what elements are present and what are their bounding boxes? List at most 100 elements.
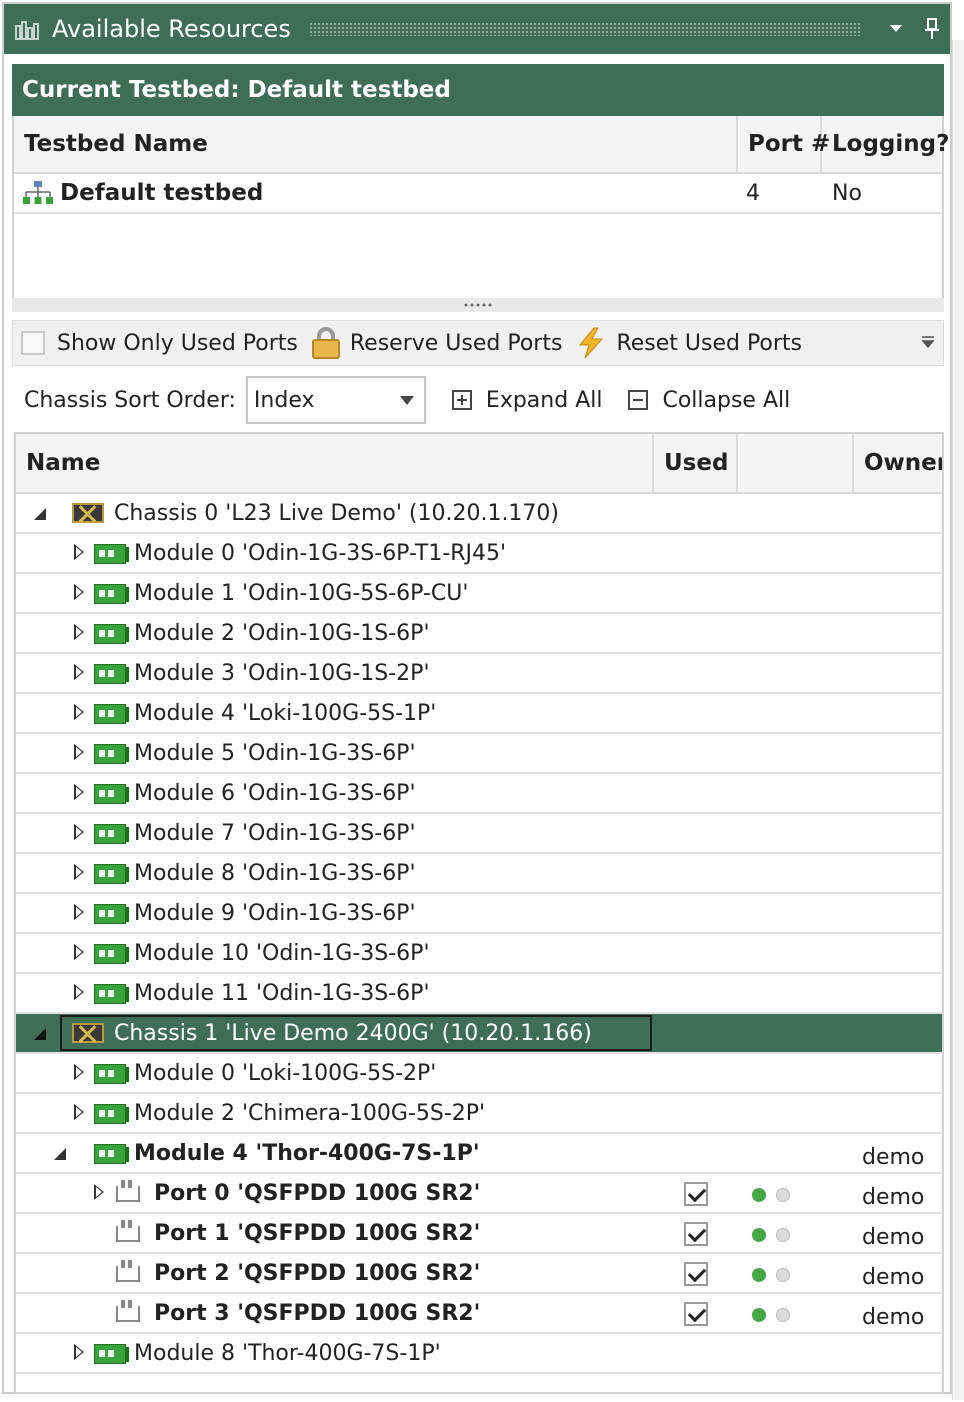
expanded-arrow-icon[interactable] — [34, 508, 46, 520]
expanded-arrow-icon[interactable] — [34, 1028, 46, 1040]
column-header-testbed-name[interactable]: Testbed Name — [14, 116, 738, 172]
available-resources-panel: Available Resources Current Testbed: Def… — [2, 2, 952, 1394]
used-checkbox[interactable] — [684, 1262, 708, 1286]
sync-status-dot-icon — [776, 1308, 790, 1322]
module-label: Module 0 'Odin-1G-3S-6P-T1-RJ45' — [134, 540, 507, 566]
chassis-sort-order-select[interactable]: Index — [245, 376, 426, 424]
used-checkbox[interactable] — [684, 1182, 708, 1206]
expand-all-icon[interactable] — [451, 390, 472, 410]
chevron-down-icon — [399, 396, 414, 405]
grid-splitter[interactable] — [12, 298, 944, 312]
module-label: Module 0 'Loki-100G-5S-2P' — [134, 1060, 437, 1086]
module-label: Module 8 'Odin-1G-3S-6P' — [134, 860, 416, 886]
column-header-logging[interactable]: Logging? — [822, 116, 949, 172]
module-label: Module 4 'Thor-400G-7S-1P' — [134, 1140, 480, 1166]
collapsed-arrow-icon[interactable] — [74, 584, 84, 600]
chassis-row[interactable]: Chassis 0 'L23 Live Demo' (10.20.1.170) — [16, 494, 942, 534]
module-row[interactable]: Module 9 'Odin-1G-3S-6P' — [16, 894, 942, 934]
owner-cell: demo — [862, 1184, 925, 1210]
expanded-arrow-icon[interactable] — [54, 1148, 66, 1160]
module-row[interactable]: Module 8 'Thor-400G-7S-1P' — [16, 1334, 942, 1374]
module-icon — [94, 704, 129, 724]
pin-icon[interactable] — [914, 11, 950, 47]
sort-order-row: Chassis Sort Order: Index Expand All Col… — [12, 374, 944, 426]
collapsed-arrow-icon[interactable] — [74, 944, 84, 960]
collapse-all-button[interactable]: Collapse All — [662, 388, 790, 413]
module-row[interactable]: Module 5 'Odin-1G-3S-6P' — [16, 734, 942, 774]
collapsed-arrow-icon[interactable] — [94, 1184, 104, 1200]
module-row[interactable]: Module 2 'Chimera-100G-5S-2P' — [16, 1094, 942, 1134]
titlebar-grip[interactable] — [308, 22, 860, 36]
collapsed-arrow-icon[interactable] — [74, 624, 84, 640]
splitter-grip-icon — [463, 303, 493, 307]
port-row[interactable]: Port 3 'QSFPDD 100G SR2' demo — [16, 1294, 942, 1334]
panel-titlebar[interactable]: Available Resources — [4, 4, 950, 54]
module-icon — [94, 824, 129, 844]
module-icon — [94, 624, 129, 644]
port-row[interactable]: Port 0 'QSFPDD 100G SR2' demo — [16, 1174, 942, 1214]
owner-cell: demo — [862, 1264, 925, 1290]
module-row[interactable]: Module 8 'Odin-1G-3S-6P' — [16, 854, 942, 894]
lock-icon[interactable] — [311, 327, 340, 359]
column-header-port-count[interactable]: Port # — [738, 116, 830, 172]
collapsed-arrow-icon[interactable] — [74, 1344, 84, 1360]
column-header-owner[interactable]: Owner — [854, 434, 942, 492]
collapsed-arrow-icon[interactable] — [74, 864, 84, 880]
resource-tree: Name Used Owner Chassis 0 'L23 Live Demo… — [14, 432, 944, 1394]
port-icon — [116, 1260, 140, 1282]
link-status-dot-icon — [752, 1308, 766, 1322]
module-icon — [94, 1064, 129, 1084]
port-row[interactable]: Port 1 'QSFPDD 100G SR2' demo — [16, 1214, 942, 1254]
testbed-table: Testbed Name Port # Logging? Default tes… — [12, 116, 949, 300]
module-label: Module 6 'Odin-1G-3S-6P' — [134, 780, 416, 806]
module-row[interactable]: Module 3 'Odin-10G-1S-2P' — [16, 654, 942, 694]
module-row[interactable]: Module 6 'Odin-1G-3S-6P' — [16, 774, 942, 814]
collapsed-arrow-icon[interactable] — [74, 544, 84, 560]
module-row[interactable]: Module 2 'Odin-10G-1S-6P' — [16, 614, 942, 654]
collapsed-arrow-icon[interactable] — [74, 984, 84, 1000]
outer-scrollbar[interactable] — [952, 40, 964, 1400]
used-checkbox[interactable] — [684, 1302, 708, 1326]
collapsed-arrow-icon[interactable] — [74, 1064, 84, 1080]
module-icon — [94, 904, 129, 924]
column-header-name[interactable]: Name — [16, 434, 654, 492]
module-row[interactable]: Module 7 'Odin-1G-3S-6P' — [16, 814, 942, 854]
show-only-used-ports-label[interactable]: Show Only Used Ports — [57, 331, 298, 356]
module-label: Module 3 'Odin-10G-1S-2P' — [134, 660, 430, 686]
module-row[interactable]: Module 11 'Odin-1G-3S-6P' — [16, 974, 942, 1014]
chevron-down-icon[interactable] — [878, 11, 914, 47]
chassis-row[interactable]: Chassis 1 'Live Demo 2400G' (10.20.1.166… — [16, 1014, 942, 1054]
module-row[interactable]: Module 0 'Odin-1G-3S-6P-T1-RJ45' — [16, 534, 942, 574]
reset-used-ports-button[interactable]: Reset Used Ports — [616, 331, 802, 356]
testbed-row[interactable]: Default testbed 4 No — [14, 174, 942, 214]
column-header-status[interactable] — [738, 434, 854, 492]
collapsed-arrow-icon[interactable] — [74, 744, 84, 760]
module-icon — [94, 784, 129, 804]
collapsed-arrow-icon[interactable] — [74, 784, 84, 800]
used-checkbox[interactable] — [684, 1222, 708, 1246]
module-icon — [94, 864, 129, 884]
toolbar-overflow-icon[interactable] — [921, 335, 935, 353]
owner-cell: demo — [862, 1144, 925, 1170]
module-label: Module 1 'Odin-10G-5S-6P-CU' — [134, 580, 469, 606]
module-row[interactable]: Module 0 'Loki-100G-5S-2P' — [16, 1054, 942, 1094]
collapsed-arrow-icon[interactable] — [74, 704, 84, 720]
resources-icon — [14, 18, 40, 40]
collapsed-arrow-icon[interactable] — [74, 824, 84, 840]
reserve-used-ports-button[interactable]: Reserve Used Ports — [350, 331, 563, 356]
module-row[interactable]: Module 4 'Loki-100G-5S-1P' — [16, 694, 942, 734]
column-header-used[interactable]: Used — [654, 434, 738, 492]
show-only-used-ports-checkbox[interactable] — [21, 331, 45, 355]
collapsed-arrow-icon[interactable] — [74, 1104, 84, 1120]
module-icon — [94, 664, 129, 684]
collapse-all-icon[interactable] — [628, 390, 649, 410]
module-row[interactable]: Module 10 'Odin-1G-3S-6P' — [16, 934, 942, 974]
lightning-icon[interactable] — [576, 327, 606, 359]
collapsed-arrow-icon[interactable] — [74, 904, 84, 920]
port-row[interactable]: Port 2 'QSFPDD 100G SR2' demo — [16, 1254, 942, 1294]
collapsed-arrow-icon[interactable] — [74, 664, 84, 680]
module-row[interactable]: Module 1 'Odin-10G-5S-6P-CU' — [16, 574, 942, 614]
link-status-dot-icon — [752, 1188, 766, 1202]
module-row[interactable]: Module 4 'Thor-400G-7S-1P' demo — [16, 1134, 942, 1174]
expand-all-button[interactable]: Expand All — [486, 388, 603, 413]
